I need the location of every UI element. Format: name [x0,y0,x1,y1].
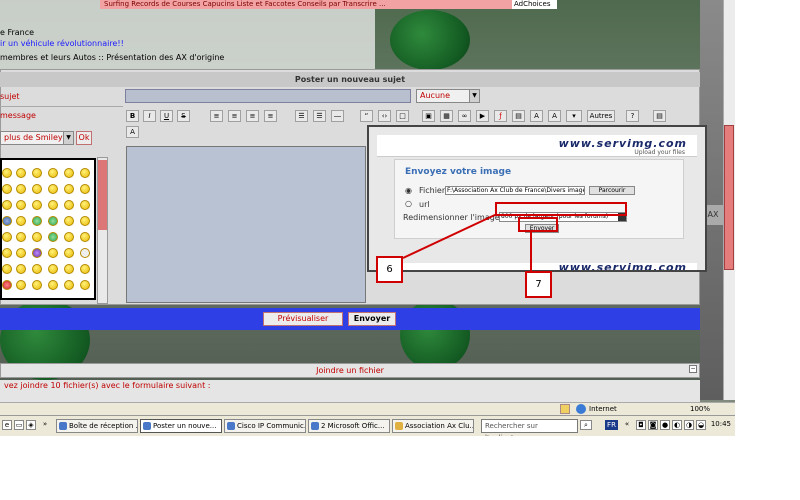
folder-icon [395,422,403,430]
outlook-icon[interactable]: ◈ [26,420,36,430]
taskbar-label: Boîte de réception ... [69,422,138,430]
taskbar-item-cisco[interactable]: Cisco IP Communic... [224,419,306,433]
taskbar-label: 2 Microsoft Offic... [321,422,385,430]
taskbar-label: Association Ax Clu... [405,422,474,430]
annotation-lines [402,213,532,273]
lock-icon [560,404,570,414]
tray-icon[interactable]: ◑ [684,420,694,430]
annotation-line-6 [402,213,498,259]
taskbar-item-inbox[interactable]: Boîte de réception ... [56,419,138,433]
tray-icon[interactable]: ◙ [648,420,658,430]
language-indicator[interactable]: FR [605,420,618,430]
office-icon [311,422,319,430]
globe-icon [576,404,586,414]
desktop-search-input[interactable]: Rechercher sur l'ordinateur [481,419,578,436]
zoom-label[interactable]: 100% [690,403,710,415]
taskbar-item-association[interactable]: Association Ax Clu... [392,419,474,433]
tray-icon[interactable]: ◐ [672,420,682,430]
tray-icon[interactable]: ◘ [636,420,646,430]
ie-icon[interactable]: e [2,420,12,430]
annotation-7: 7 [525,271,552,298]
tray-icon[interactable]: ● [660,420,670,430]
taskbar-item-office[interactable]: 2 Microsoft Offic... [308,419,390,433]
taskbar: e ▭ ◈ » Boîte de réception ... Poster un… [0,415,735,436]
annotation-6: 6 [376,256,403,283]
expand-icon[interactable]: » [40,420,50,430]
status-bar: Internet 100% [0,402,735,415]
search-icon[interactable]: ⌕ [580,420,592,430]
taskbar-label: Cisco IP Communic... [237,422,306,430]
tray-icon[interactable]: ◒ [696,420,706,430]
ie-icon [143,422,151,430]
phone-icon [227,422,235,430]
screenshot: Surfing Records de Courses Capucins List… [0,0,735,436]
clock: 10:45 [710,420,731,428]
taskbar-label: Poster un nouve... [153,422,217,430]
taskbar-item-post[interactable]: Poster un nouve... [140,419,222,433]
desktop-icon[interactable]: ▭ [14,420,24,430]
zone-label: Internet [589,405,617,413]
mail-icon [59,422,67,430]
expand-tray-icon[interactable]: « [622,420,632,430]
